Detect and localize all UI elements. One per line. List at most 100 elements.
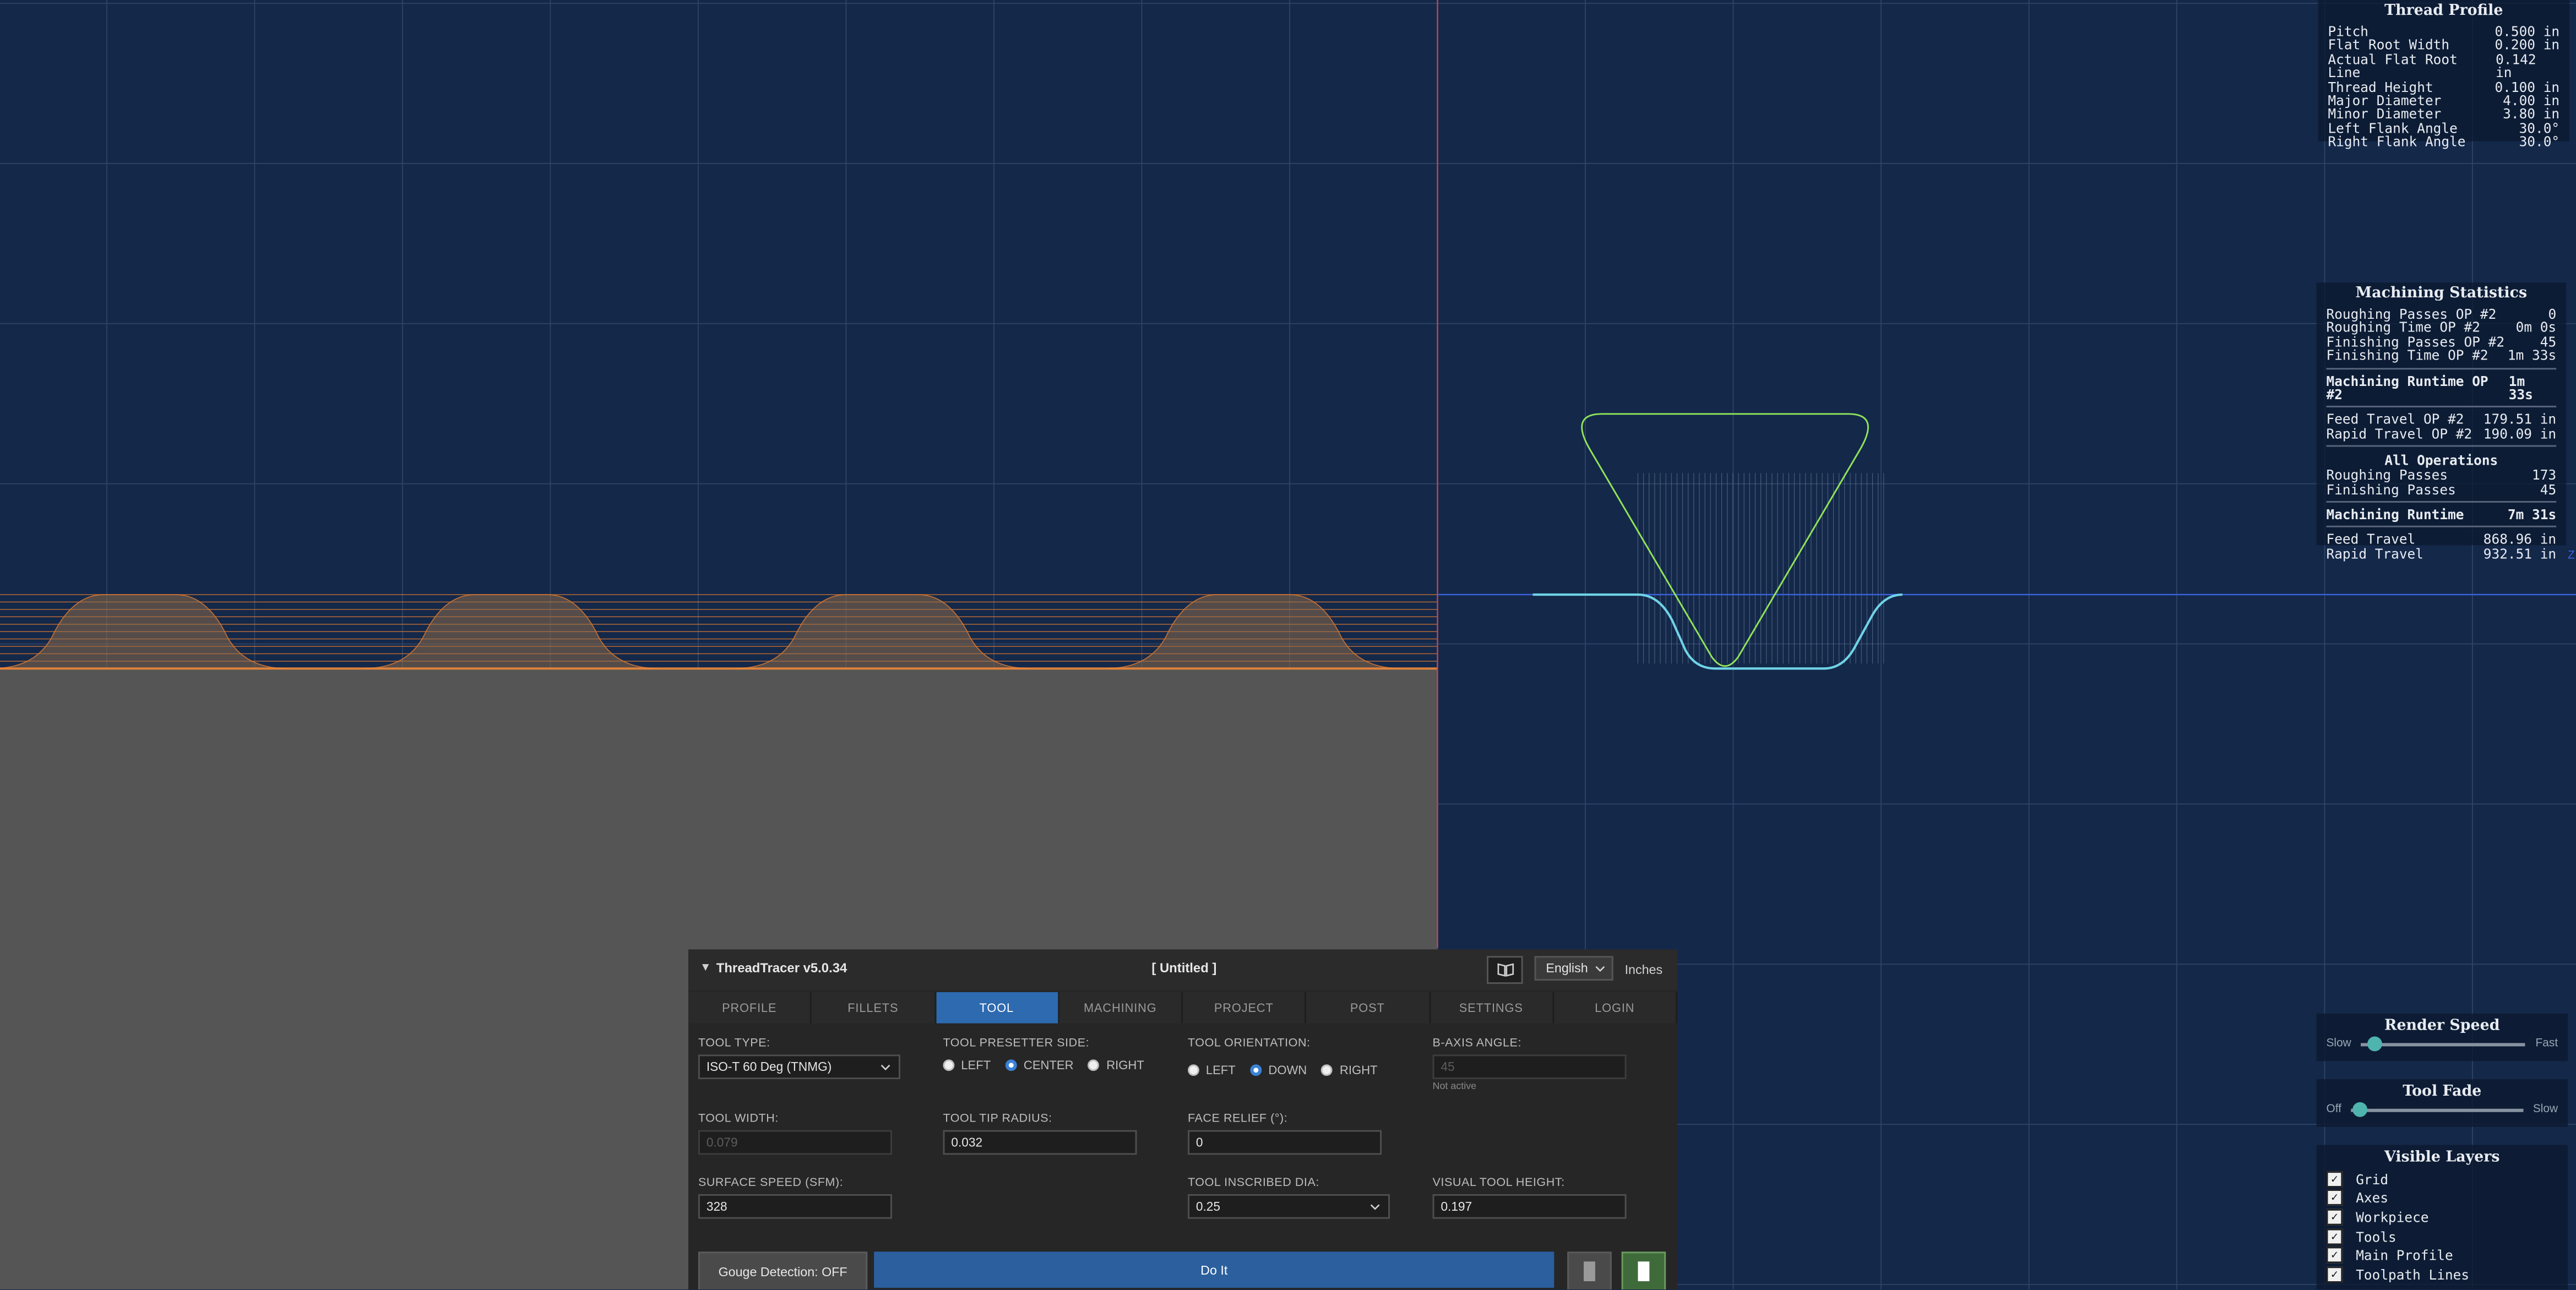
radio-center[interactable] [1006,1059,1017,1071]
all-runtime-row: Machining Runtime 7m 31s [2326,506,2557,522]
tool-width-input[interactable]: 0.079 [698,1130,892,1155]
radio-down[interactable] [1250,1064,1262,1076]
thread-profile-row: Minor Diameter 3.80 in [2318,107,2569,121]
radio-label: RIGHT [1106,1058,1144,1073]
presetter-side-radios: LEFT CENTER RIGHT [943,1058,1159,1073]
z-axis-label: Z [2568,548,2575,561]
render-speed-slider-thumb[interactable] [2367,1036,2383,1050]
thread-profile-label: Flat Root Width [2328,36,2450,53]
control-panel: ▼ ThreadTracer v5.0.34 [ Untitled ] Engl… [688,949,1678,1289]
visible-layers-title: Visible Layers [2384,1150,2500,1167]
thread-profile-value: 30.0° [2519,133,2560,150]
run-icon [1638,1261,1650,1282]
visual-height-input[interactable]: 0.197 [1432,1194,1627,1219]
radio-left[interactable] [1187,1064,1199,1076]
chevron-down-icon [1595,965,1605,971]
tip-radius-input[interactable]: 0.032 [943,1130,1137,1155]
surface-speed-field: SURFACE SPEED (SFM): 328 [698,1174,892,1219]
tab-post[interactable]: POST [1306,992,1431,1024]
layer-toggle[interactable]: ✓ Toolpath Lines [2317,1265,2568,1284]
all-stat-row: Roughing Passes 173 [2317,467,2566,483]
layer-checkbox[interactable]: ✓ [2326,1209,2343,1226]
run-button[interactable] [1621,1251,1666,1289]
tool-fade-min-label: Off [2326,1103,2341,1115]
collapse-triangle-icon[interactable]: ▼ [700,962,711,974]
op-travel-row: Feed Travel OP #2 179.51 in [2317,412,2566,427]
radio-label: DOWN [1268,1063,1307,1078]
radio-left[interactable] [943,1059,955,1071]
chevron-down-icon [881,1064,890,1070]
tab-profile[interactable]: PROFILE [688,992,812,1024]
layer-checkbox[interactable]: ✓ [2326,1228,2343,1245]
radio-right[interactable] [1322,1064,1333,1076]
visual-height-label: VISUAL TOOL HEIGHT: [1432,1174,1565,1189]
thread-profile-row: Flat Root Width 0.200 in [2318,36,2569,53]
tool-orientation-field: TOOL ORIENTATION: LEFT DOWN RIGHT [1187,1035,1392,1078]
tool-width-field: TOOL WIDTH: 0.079 [698,1111,892,1155]
layer-toggle[interactable]: ✓ Workpiece [2317,1207,2568,1227]
all-stat-row: Finishing Passes 45 [2317,482,2566,496]
layer-checkbox[interactable]: ✓ [2326,1171,2343,1188]
thread-profile-value: 0.200 in [2495,36,2560,53]
op-stat-value: 1m 33s [2507,347,2557,363]
layer-checkbox[interactable]: ✓ [2326,1247,2343,1264]
all-travel-value: 932.51 in [2483,545,2557,562]
tab-fillets[interactable]: FILLETS [812,992,936,1024]
tab-machining[interactable]: MACHINING [1059,992,1183,1024]
radio-right[interactable] [1088,1059,1100,1071]
units-toggle[interactable]: Inches [1625,962,1663,977]
tab-settings[interactable]: SETTINGS [1430,992,1554,1024]
thread-profile-label: Right Flank Angle [2328,133,2466,150]
app-title: ThreadTracer v5.0.34 [716,961,847,976]
inscribed-dia-value: 0.25 [1195,1199,1221,1214]
layer-toggle[interactable]: ✓ Axes [2317,1189,2568,1208]
b-axis-field: B-AXIS ANGLE: 45 Not active [1432,1035,1627,1092]
op-stat-row: Roughing Time OP #2 0m 0s [2317,320,2566,335]
thread-profile-value: 3.80 in [2503,106,2560,123]
tool-type-select[interactable]: ISO-T 60 Deg (TNMG) [698,1054,900,1080]
all-travel-row: Feed Travel 868.96 in [2317,531,2566,548]
do-it-button[interactable]: Do It [874,1251,1555,1288]
gouge-detection-button[interactable]: Gouge Detection: OFF [698,1251,868,1289]
book-icon [1497,963,1513,977]
all-stat-label: Finishing Passes [2326,481,2456,497]
layer-label: Axes [2356,1190,2389,1206]
language-select[interactable]: English [1534,956,1613,981]
tool-type-value: ISO-T 60 Deg (TNMG) [706,1059,832,1075]
tool-fade-box: Tool Fade Off Slow [2316,1079,2568,1127]
thread-profile-title: Thread Profile [2384,3,2503,20]
render-speed-slider[interactable] [2361,1036,2526,1050]
b-axis-label: B-AXIS ANGLE: [1432,1035,1522,1050]
layer-label: Grid [2356,1171,2389,1188]
surface-speed-input[interactable]: 328 [698,1194,892,1219]
manual-button[interactable] [1486,956,1523,984]
tool-type-label: TOOL TYPE: [698,1035,770,1050]
render-speed-title: Render Speed [2384,1018,2500,1035]
chevron-down-icon [1370,1203,1380,1210]
all-travel-label: Rapid Travel [2326,545,2423,562]
layer-toggle[interactable]: ✓ Main Profile [2317,1246,2568,1265]
layer-toggle[interactable]: ✓ Tools [2317,1227,2568,1246]
tool-fade-slider[interactable] [2351,1101,2523,1117]
inscribed-dia-label: TOOL INSCRIBED DIA: [1187,1174,1319,1189]
all-stat-value: 173 [2532,467,2557,483]
stop-button[interactable] [1567,1251,1612,1289]
tool-fade-slider-thumb[interactable] [2353,1101,2368,1117]
all-stat-label: Roughing Passes [2326,467,2448,483]
layer-checkbox[interactable]: ✓ [2326,1190,2343,1206]
inscribed-dia-select[interactable]: 0.25 [1187,1194,1390,1219]
layer-checkbox[interactable]: ✓ [2326,1266,2343,1283]
b-axis-input[interactable]: 45 [1432,1054,1627,1080]
b-axis-note: Not active [1432,1082,1477,1092]
tip-radius-label: TOOL TIP RADIUS: [943,1110,1052,1125]
tab-project[interactable]: PROJECT [1183,992,1307,1024]
face-relief-input[interactable]: 0 [1187,1130,1382,1155]
tab-tool[interactable]: TOOL [936,992,1059,1024]
all-travel-value: 868.96 in [2483,531,2557,548]
thread-profile-panel: Thread Profile Pitch 0.500 in Flat Root Wi… [2318,0,2570,149]
op-travel-label: Rapid Travel OP #2 [2326,425,2472,442]
layer-toggle[interactable]: ✓ Grid [2317,1169,2568,1189]
thread-profile-row: Right Flank Angle 30.0° [2318,133,2569,150]
tab-login[interactable]: LOGIN [1553,992,1678,1024]
tip-radius-field: TOOL TIP RADIUS: 0.032 [943,1111,1137,1155]
